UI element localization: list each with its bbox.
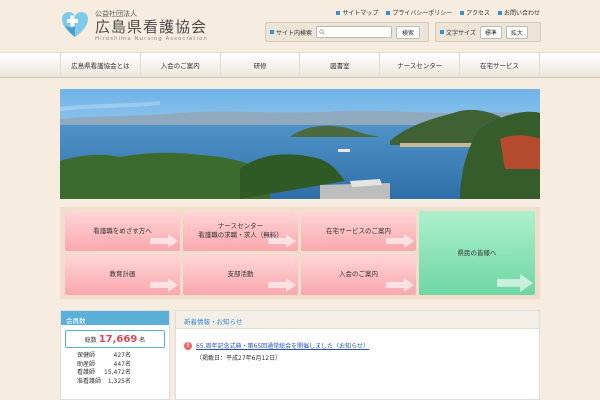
tile-nurse-center[interactable]: ナースセンター 看護職の求職・求人（無料）	[183, 211, 298, 251]
bullet-icon	[386, 10, 391, 15]
arrow-right-icon	[150, 278, 178, 292]
heart-cross-logo-icon	[60, 10, 90, 40]
news-item-link[interactable]: 65.周年記念式典・第65回通常総会を開催しました（お知らせ）	[196, 341, 369, 350]
tile-nurse-center-line1: ナースセンター	[217, 222, 264, 230]
top-links: サイトマップ プライバシーポリシー アクセス お問い合わせ	[336, 8, 540, 17]
org-name-en: Hiroshima Nursing Association	[95, 36, 208, 42]
top-link-access[interactable]: アクセス	[460, 8, 490, 17]
search-icon	[319, 29, 325, 35]
site-logo[interactable]: 公益社団法人 広島県看護協会 Hiroshima Nursing Associa…	[60, 10, 208, 43]
news-panel: 新着情報・お知らせ ! 65.周年記念式典・第65回通常総会を開催しました（お知…	[175, 310, 540, 400]
member-stat-row: 保健師 427名	[77, 352, 131, 359]
arrow-right-icon	[386, 234, 414, 248]
search-button[interactable]: 検索	[396, 25, 421, 39]
alert-icon: !	[184, 341, 192, 350]
tile-home-service[interactable]: 在宅サービスのご案内	[301, 211, 416, 251]
nav-item-home-service[interactable]: 在宅サービス	[459, 53, 540, 77]
member-stat-row: 看護師 15,472名	[77, 369, 131, 376]
news-item-date: （掲載日：平成27年6月12日）	[196, 355, 282, 362]
nav-item-nurse-center[interactable]: ナースセンター	[379, 53, 459, 77]
font-size-large-button[interactable]: 拡大	[505, 25, 528, 39]
bullet-icon	[497, 10, 502, 15]
bullet-icon	[336, 10, 341, 15]
member-count-panel: 会員数 総数 17,669 名 保健師 427名 助産師 447名 看護師 15,47…	[60, 310, 170, 400]
tile-membership[interactable]: 入会のご案内	[301, 254, 416, 295]
global-nav: 広島県看護協会とは 入会のご案内 研修 図書室 ナースセンター 在宅サービス	[0, 52, 600, 78]
member-count-header: 会員数	[61, 311, 169, 325]
member-total-unit: 名	[139, 336, 146, 344]
font-size-control: 文字サイズ 標準 拡大	[435, 22, 541, 42]
tile-citizens[interactable]: 県民の皆様へ	[419, 211, 535, 295]
nav-item-library[interactable]: 図書室	[299, 53, 379, 77]
top-link-contact[interactable]: お問い合わせ	[497, 8, 540, 17]
news-header: 新着情報・お知らせ	[176, 311, 539, 329]
arrow-right-icon	[386, 278, 414, 292]
tile-nursing-career[interactable]: 看護職をめざす方へ	[65, 211, 180, 251]
member-stat-row: 准看護師 1,325名	[77, 377, 131, 385]
tile-branch[interactable]: 支部活動	[183, 254, 298, 295]
news-item: ! 65.周年記念式典・第65回通常総会を開催しました（お知らせ）	[176, 329, 539, 350]
search-label: サイト内検索	[276, 29, 313, 37]
top-link-privacy[interactable]: プライバシーポリシー	[386, 8, 452, 17]
font-size-normal-button[interactable]: 標準	[479, 25, 502, 39]
tile-education-plan[interactable]: 教育計画	[65, 254, 180, 295]
font-size-label: 文字サイズ	[446, 29, 476, 37]
bullet-icon	[270, 30, 274, 34]
site-header: 公益社団法人 広島県看護協会 Hiroshima Nursing Associa…	[0, 0, 600, 52]
tile-nurse-center-line2: 看護職の求職・求人（無料）	[198, 231, 283, 239]
member-total-value: 17,669	[98, 333, 138, 345]
member-total-label: 総数	[84, 336, 97, 344]
top-link-sitemap[interactable]: サイトマップ	[336, 8, 378, 17]
arrow-right-icon	[497, 274, 533, 292]
member-total-box: 総数 17,669 名	[65, 330, 165, 348]
site-search: サイト内検索 検索	[265, 22, 429, 42]
bullet-icon	[440, 30, 444, 34]
nav-item-membership[interactable]: 入会のご案内	[139, 53, 220, 77]
member-stat-row: 助産師 447名	[77, 360, 131, 368]
nav-item-training[interactable]: 研修	[219, 53, 300, 77]
hero-image	[60, 89, 540, 199]
search-input[interactable]	[316, 26, 393, 38]
arrow-right-icon	[268, 278, 296, 292]
bullet-icon	[460, 10, 465, 15]
arrow-right-icon	[150, 234, 178, 248]
nav-item-about[interactable]: 広島県看護協会とは	[60, 53, 140, 77]
quick-links-panel: 看護職をめざす方へ ナースセンター 看護職の求職・求人（無料） 在宅サービスのご…	[60, 207, 540, 299]
org-name: 広島県看護協会	[95, 18, 208, 36]
